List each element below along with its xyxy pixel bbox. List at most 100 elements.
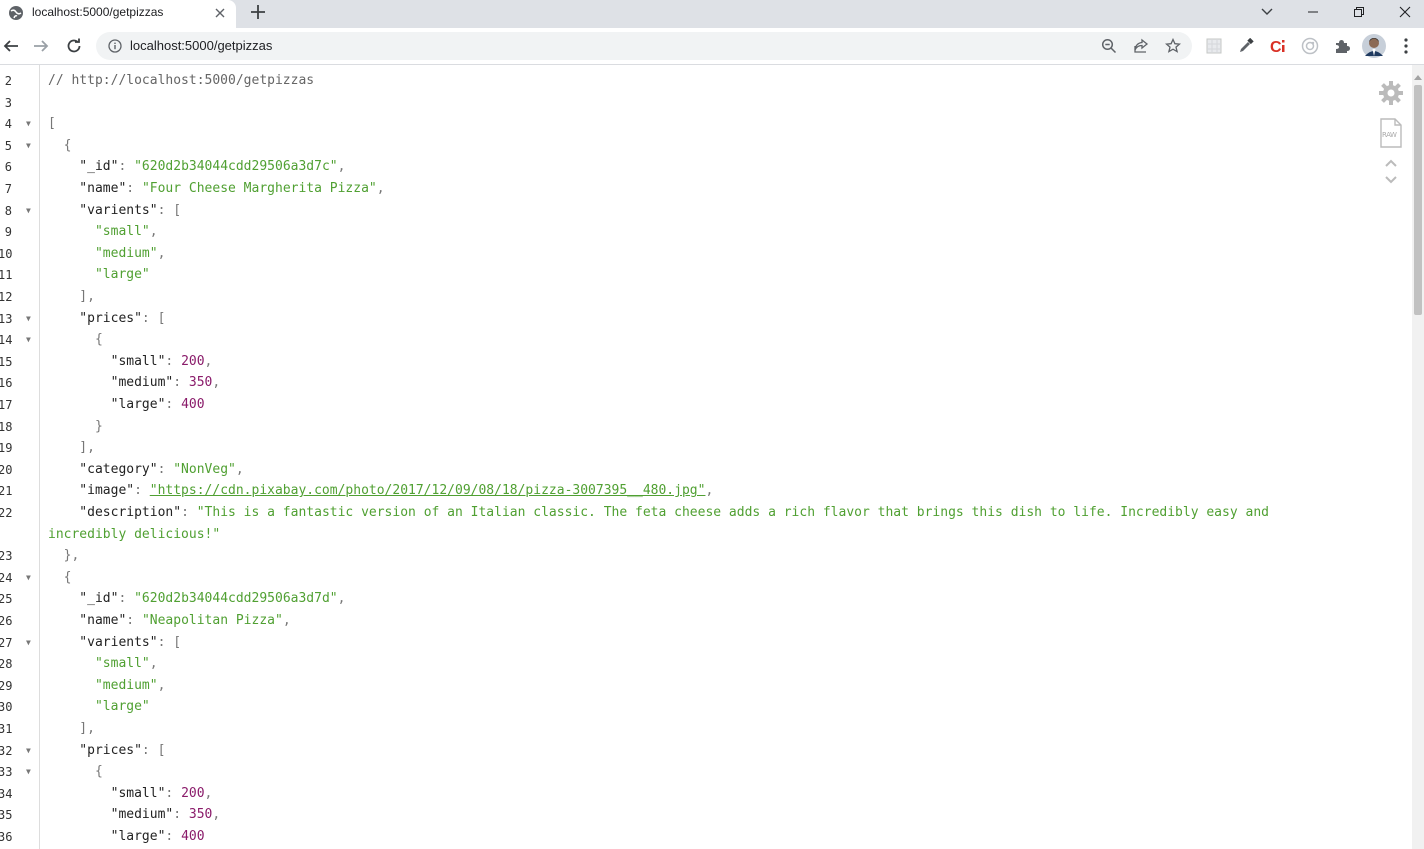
fold-toggle-icon[interactable]: ▼ [26, 761, 34, 783]
code-text: "large": 400 [48, 394, 205, 416]
code-line: 32 ▼ "prices": [ [0, 740, 1400, 762]
json-punc: : [157, 461, 174, 477]
collapse-up-chevron-icon[interactable] [1383, 157, 1399, 169]
json-punc: : [ [141, 310, 166, 326]
json-punc: : [181, 505, 197, 520]
code-line: 30 "large" [0, 696, 1400, 718]
json-punc: { [48, 569, 72, 585]
tab-search-chevron-icon[interactable] [1244, 0, 1290, 24]
code-line: 23 }, [0, 545, 1400, 567]
line-number: 34 [0, 786, 13, 801]
puzzle-icon[interactable] [1332, 36, 1352, 56]
bookmark-star-icon[interactable] [1164, 37, 1182, 55]
fold-toggle-icon[interactable]: ▼ [26, 308, 34, 330]
line-number: 35 [0, 808, 13, 823]
code-line: 12 ], [0, 286, 1400, 308]
code-line: 2 // http://localhost:5000/getpizzas [0, 70, 1400, 92]
json-punc: , [282, 613, 291, 628]
code-line: 20 "category": "NonVeg", [0, 459, 1400, 481]
json-str: "large" [48, 699, 150, 715]
line-number: 9 [4, 225, 12, 240]
json-comment: // http://localhost:5000/getpizzas [48, 73, 315, 88]
code-line: incredibly delicious!" [0, 524, 1400, 546]
minimize-icon[interactable] [1290, 0, 1336, 24]
c-extension-icon[interactable]: C [1268, 36, 1288, 56]
code-text: "category": "NonVeg", [48, 459, 243, 481]
code-line: 18 } [0, 416, 1400, 438]
new-tab-icon[interactable] [248, 2, 268, 22]
raw-view-icon[interactable]: RAW [1378, 117, 1404, 149]
code-line: 24 ▼ { [0, 567, 1400, 589]
json-key: "name" [48, 613, 127, 628]
json-punc: ], [48, 440, 95, 456]
json-str: "large" [48, 267, 150, 283]
line-number: 11 [0, 268, 13, 283]
close-tab-icon[interactable] [211, 4, 229, 22]
json-punc: , [204, 353, 213, 369]
json-str: "small" [48, 224, 150, 240]
back-arrow-icon[interactable] [0, 35, 22, 57]
fold-toggle-icon[interactable]: ▼ [26, 632, 34, 654]
code-text: "medium": 350, [48, 372, 221, 394]
fold-toggle-icon[interactable]: ▼ [26, 567, 34, 589]
circle-extension-icon[interactable] [1300, 36, 1320, 56]
close-window-icon[interactable] [1382, 0, 1424, 24]
line-number: 12 [0, 290, 13, 304]
fold-toggle-icon[interactable]: ▼ [26, 135, 34, 157]
json-punc: , [337, 591, 346, 607]
expand-down-chevron-icon[interactable] [1383, 174, 1399, 186]
fold-toggle-icon[interactable]: ▼ [26, 740, 34, 762]
zoom-icon[interactable] [1100, 37, 1118, 55]
code-line: 3 [0, 92, 1400, 114]
code-text: "small", [48, 653, 158, 675]
json-key: "varients" [48, 202, 158, 218]
reload-icon[interactable] [63, 35, 85, 57]
json-punc: , [212, 807, 221, 823]
fold-toggle-icon[interactable]: ▼ [26, 113, 34, 135]
code-line: 28 "small", [0, 653, 1400, 675]
json-punc: : [ [141, 742, 166, 758]
code-line: 4 ▼ [ [0, 113, 1400, 135]
eyedropper-icon[interactable] [1236, 36, 1256, 56]
code-line: 36 "large": 400 [0, 826, 1400, 848]
image-url-link[interactable]: "https://cdn.pixabay.com/photo/2017/12/0… [150, 483, 706, 498]
settings-gear-icon[interactable] [1376, 78, 1406, 108]
json-str: "NonVeg" [173, 461, 236, 477]
avatar[interactable] [1362, 34, 1386, 58]
browser-tab[interactable]: localhost:5000/getpizzas [0, 0, 236, 28]
code-text: "image": "https://cdn.pixabay.com/photo/… [48, 480, 713, 502]
json-str: "Neapolitan Pizza" [141, 613, 283, 628]
json-key: "medium" [48, 375, 174, 391]
code-text: "large" [48, 264, 150, 286]
json-key: "description" [48, 505, 182, 520]
share-icon[interactable] [1132, 37, 1150, 55]
code-line: 29 "medium", [0, 675, 1400, 697]
json-key: "_id" [48, 591, 119, 607]
extension-grid-icon[interactable] [1204, 36, 1224, 56]
tab-title: localhost:5000/getpizzas [32, 5, 164, 19]
url-text[interactable]: localhost:5000/getpizzas [130, 38, 272, 53]
scroll-up-arrow-icon[interactable] [1414, 67, 1422, 80]
address-bar[interactable]: localhost:5000/getpizzas [96, 32, 1192, 60]
scrollbar-thumb[interactable] [1414, 85, 1422, 315]
fold-toggle-icon[interactable]: ▼ [26, 200, 34, 222]
fold-toggle-icon[interactable]: ▼ [26, 329, 34, 351]
site-info-icon[interactable] [108, 39, 122, 53]
json-punc: , [212, 375, 221, 391]
kebab-menu-icon[interactable] [1396, 36, 1416, 56]
vertical-scrollbar[interactable] [1412, 65, 1424, 849]
code-text: "medium": 350, [48, 804, 221, 826]
code-text: "_id": "620d2b34044cdd29506a3d7c", [48, 156, 345, 178]
line-number: 4 [4, 117, 12, 132]
code-text: "prices": [ [48, 308, 165, 330]
restore-icon[interactable] [1336, 0, 1382, 24]
code-text: { [48, 329, 103, 351]
json-punc: : [134, 483, 150, 499]
code-text: // http://localhost:5000/getpizzas [48, 70, 314, 92]
code-line: 22 "description": "This is a fantastic v… [0, 502, 1400, 524]
line-number: 3 [4, 95, 12, 110]
forward-arrow-icon[interactable] [30, 35, 52, 57]
json-punc: } [48, 418, 103, 434]
json-punc: [ [48, 116, 56, 132]
code-line: 8 ▼ "varients": [ [0, 200, 1400, 222]
